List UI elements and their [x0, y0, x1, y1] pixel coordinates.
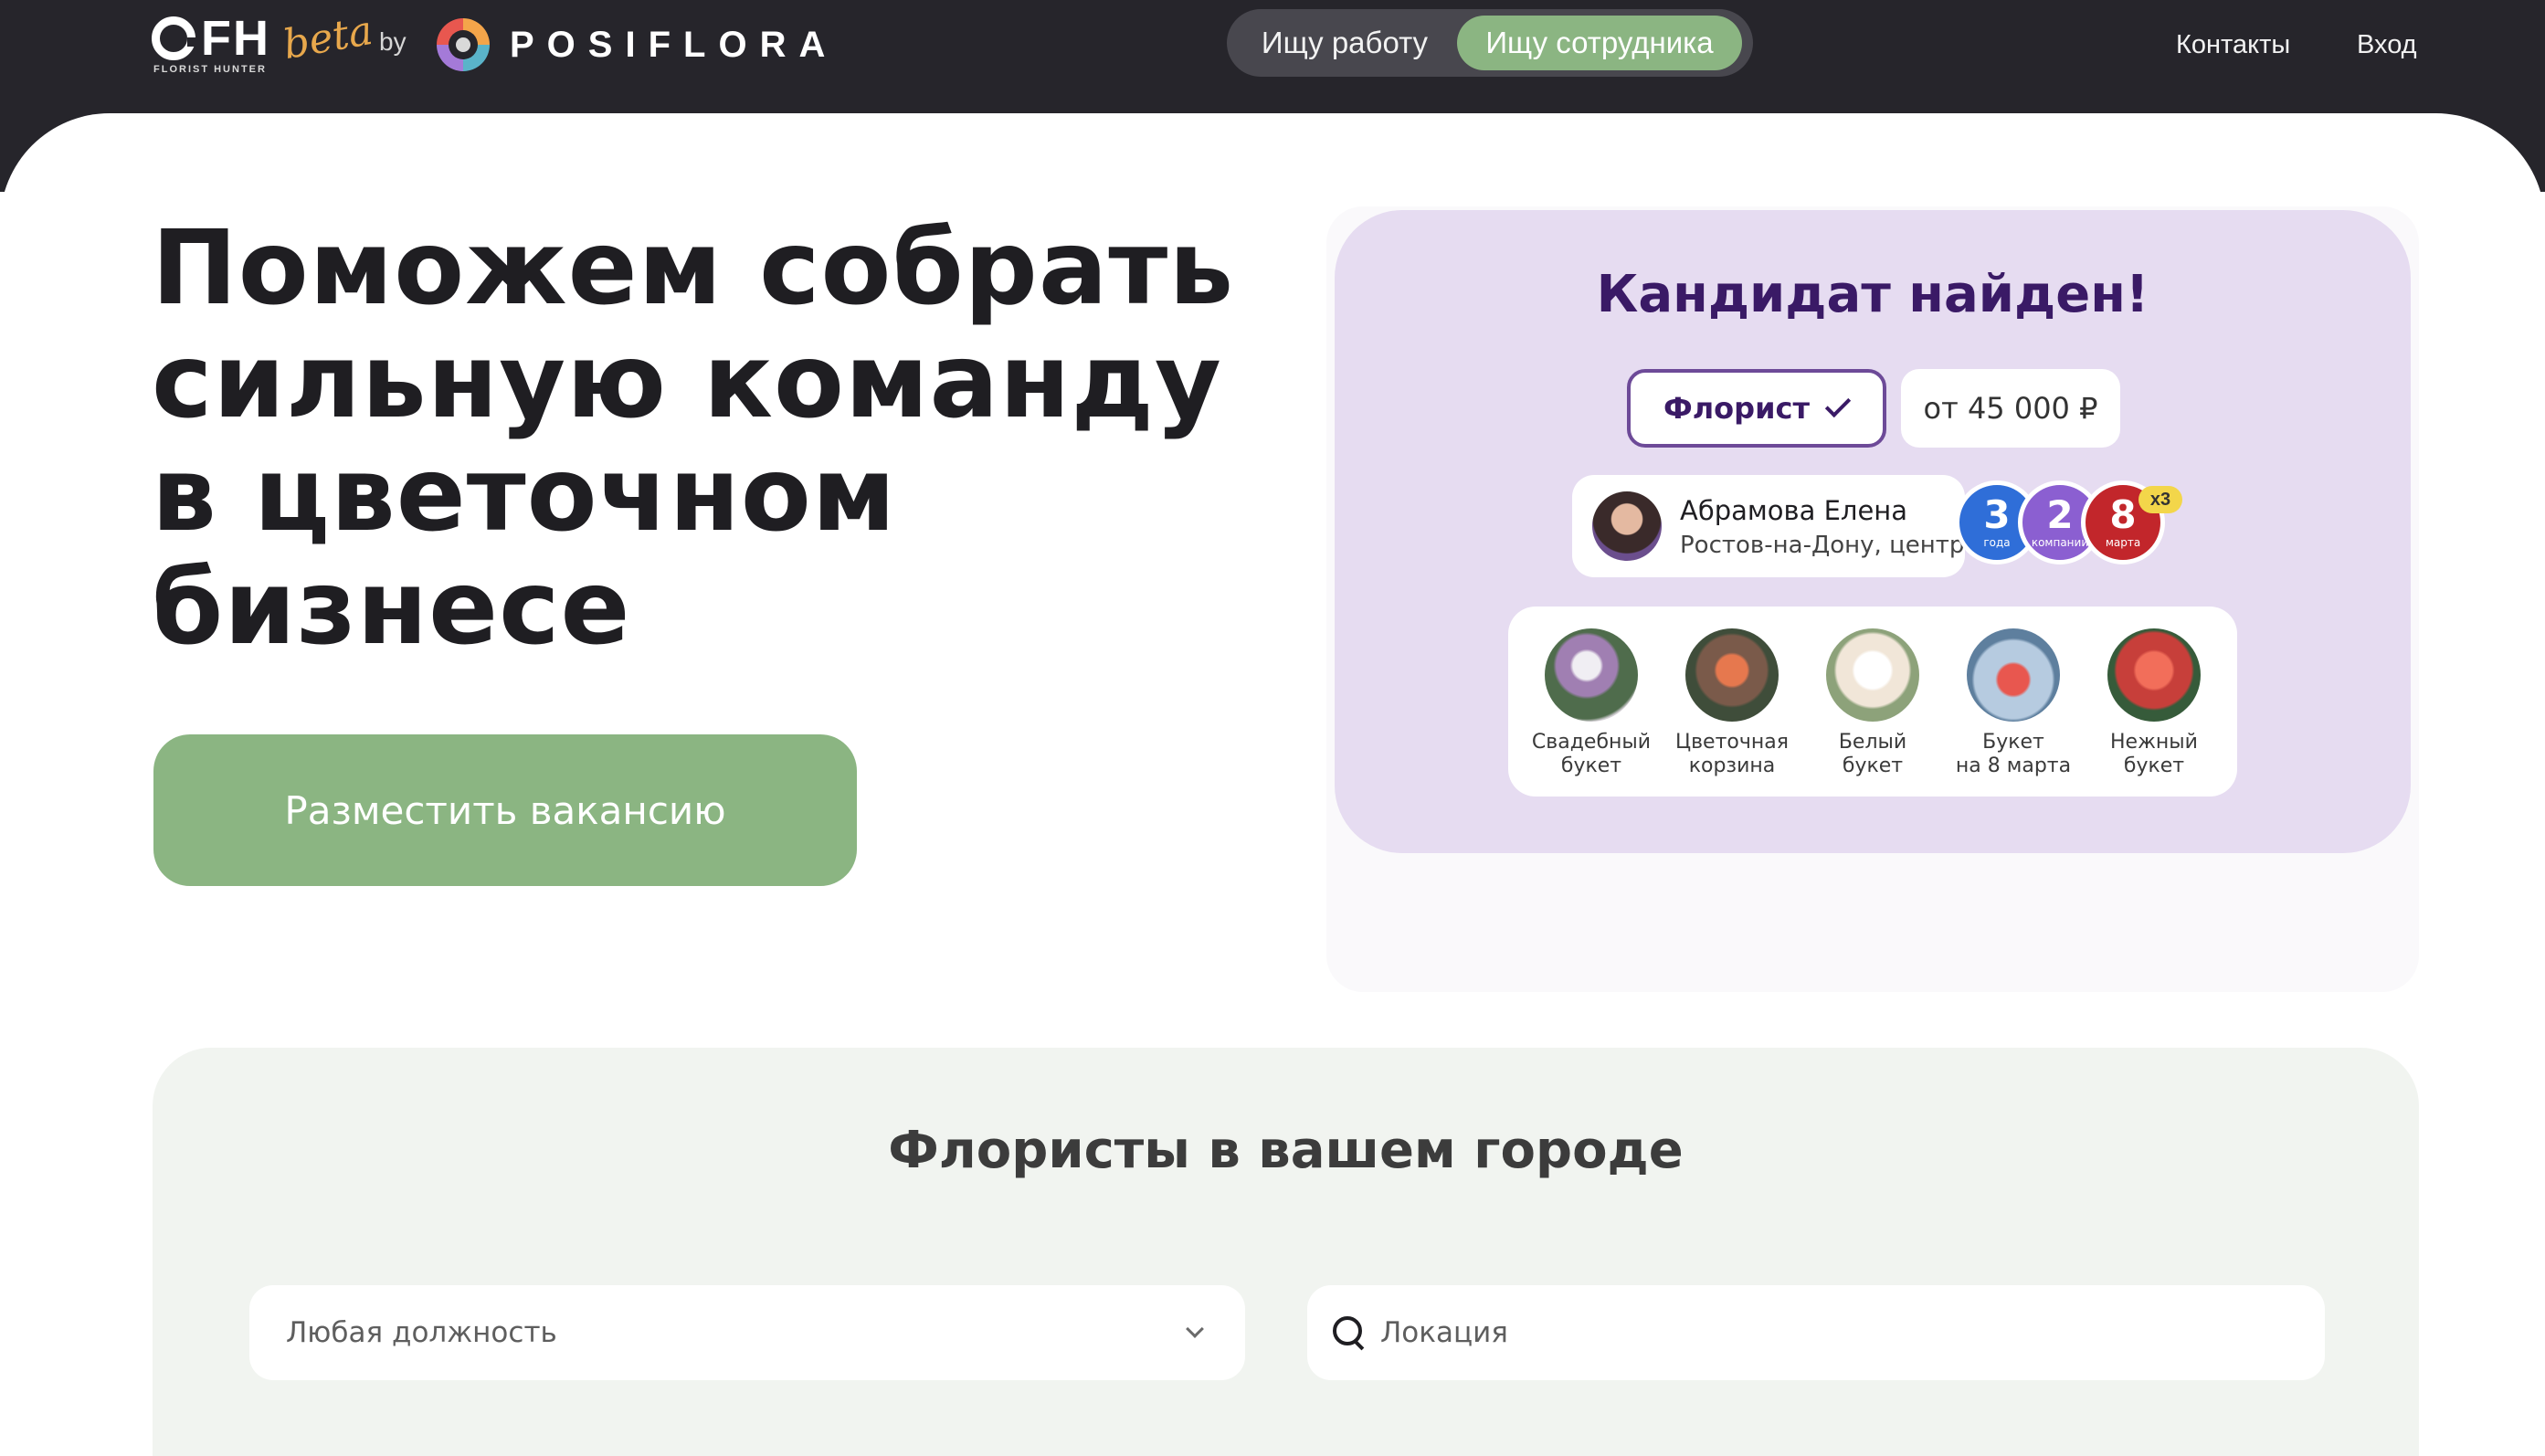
- candidate-card: Кандидат найден! Флорист от 45 000 ₽ Абр…: [1335, 210, 2411, 853]
- portfolio-caption: Цветочная корзина: [1675, 731, 1789, 777]
- nav-login-link[interactable]: Вход: [2357, 30, 2417, 60]
- role-chip: Флорист: [1627, 369, 1886, 448]
- multiplier-badge: x3: [2138, 486, 2182, 513]
- role-toggle: Ищу работу Ищу сотрудника: [1227, 9, 1753, 77]
- florists-section: Флористы в вашем городе Любая должность: [153, 1048, 2419, 1456]
- post-vacancy-button[interactable]: Разместить вакансию: [153, 734, 857, 886]
- posiflora-wordmark: POSIFLORA: [510, 24, 839, 65]
- hero-title-line: сильную команду: [152, 322, 1222, 441]
- candidate-city: Ростов-на-Дону, центр: [1680, 532, 1965, 559]
- florists-section-title: Флористы в вашем городе: [888, 1121, 1684, 1180]
- toggle-employer[interactable]: Ищу сотрудника: [1457, 16, 1742, 70]
- badge-label: компании: [2031, 536, 2089, 549]
- position-select[interactable]: Любая должность: [249, 1285, 1245, 1380]
- badge-number: 3: [1983, 492, 2011, 537]
- gentle-bouquet-image: [2107, 628, 2201, 722]
- florist-hunter-logo[interactable]: FH beta FLORIST HUNTER: [152, 7, 376, 77]
- portfolio-item: Букет на 8 марта: [1945, 628, 2082, 778]
- fh-logo-text: FH: [201, 11, 270, 66]
- wedding-bouquet-image: [1545, 628, 1638, 722]
- check-icon: [1824, 391, 1852, 418]
- candidate-profile: Абрамова Елена Ростов-на-Дону, центр: [1572, 475, 1965, 577]
- salary-chip: от 45 000 ₽: [1901, 369, 2120, 448]
- avatar: [1592, 491, 1662, 561]
- portfolio-item: Белый букет: [1804, 628, 1941, 778]
- white-bouquet-image: [1826, 628, 1919, 722]
- portfolio-item: Свадебный букет: [1523, 628, 1660, 778]
- hero-title-line: в цветочном: [152, 436, 897, 554]
- portfolio-caption: Нежный букет: [2110, 731, 2198, 777]
- candidate-card-title: Кандидат найден!: [1596, 265, 2149, 324]
- portfolio-caption: Букет на 8 марта: [1955, 731, 2072, 777]
- chevron-down-icon: [1186, 1320, 1204, 1338]
- flower-basket-image: [1685, 628, 1779, 722]
- hero-title-line: бизнесе: [152, 549, 631, 668]
- posiflora-logo[interactable]: POSIFLORA: [437, 18, 838, 71]
- location-field[interactable]: [1307, 1285, 2325, 1380]
- fh-ring-icon: [152, 16, 198, 60]
- portfolio-caption: Белый букет: [1838, 731, 1907, 777]
- badge-label: марта: [2105, 536, 2141, 549]
- by-label: by: [379, 27, 407, 56]
- role-chip-label: Флорист: [1663, 391, 1810, 426]
- candidate-name: Абрамова Елена: [1680, 495, 1908, 526]
- fh-logo-mark: FH: [152, 13, 270, 64]
- badge-number: 2: [2046, 492, 2074, 537]
- hero-title-line: Поможем собрать: [152, 209, 1235, 328]
- portfolio-strip: Свадебный букет Цветочная корзина Белый бук…: [1508, 607, 2237, 797]
- position-select-value: Любая должность: [286, 1316, 557, 1349]
- badge-number: 8: [2109, 492, 2137, 537]
- nav-contacts-link[interactable]: Контакты: [2176, 30, 2290, 60]
- portfolio-item: Нежный букет: [2086, 628, 2223, 778]
- location-input[interactable]: [1380, 1316, 2202, 1349]
- portfolio-caption: Свадебный букет: [1531, 731, 1652, 777]
- hero-title: Поможем собрать сильную команду в цветоч…: [152, 212, 1248, 665]
- fh-logo-subtitle: FLORIST HUNTER: [153, 64, 267, 75]
- posiflora-circle-icon: [437, 18, 490, 71]
- toggle-job-seeker[interactable]: Ищу работу: [1232, 16, 1457, 70]
- beta-label: beta: [280, 6, 376, 69]
- march-8-bouquet-image: [1967, 628, 2060, 722]
- badge-label: года: [1983, 536, 2011, 549]
- portfolio-item: Цветочная корзина: [1663, 628, 1801, 778]
- search-icon: [1331, 1314, 1368, 1351]
